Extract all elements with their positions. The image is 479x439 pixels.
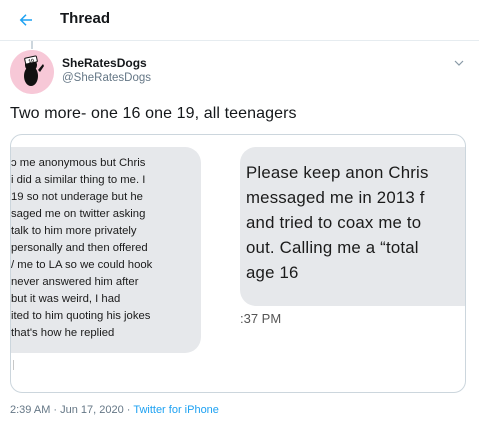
media-divider [13,360,14,370]
right-screenshot-time: :37 PM [240,311,282,326]
back-button[interactable] [14,8,38,32]
tweet-meta: 2:39 AM · Jun 17, 2020 · Twitter for iPh… [10,404,219,416]
left-text-line: personally and then offered [11,242,148,254]
left-text-line: 19 so not underage but he [11,191,143,203]
author-handle[interactable]: @SheRatesDogs [62,72,151,84]
avatar-dog-icon: 10 [10,50,54,94]
tweet-source-link[interactable]: Twitter for iPhone [133,404,219,416]
tweet-text: Two more- one 16 one 19, all teenagers [10,105,297,122]
more-options-button[interactable] [452,56,466,70]
thread-header: Thread [0,0,479,41]
chevron-down-icon [454,60,464,66]
left-text-line: that's how he replied [11,327,115,339]
tweet-media-card[interactable]: ɔ me anonymous but Chris i did a similar… [10,134,466,393]
author-name[interactable]: SheRatesDogs [62,56,147,70]
header-title: Thread [60,10,111,27]
left-text-line: ited to him quoting his jokes [11,310,151,322]
media-screenshot-right[interactable]: Please keep anon Chris messaged me in 20… [240,147,465,306]
back-arrow-icon [19,14,32,26]
right-text-line: messaged me in 2013 f [246,188,425,207]
left-text-line: never answered him after [11,276,139,288]
left-text-line: but it was weird, I had [11,293,121,305]
media-screenshot-left[interactable]: ɔ me anonymous but Chris i did a similar… [11,147,201,353]
right-text-line: out. Calling me a “total [246,238,419,257]
right-text-line: age 16 [246,263,299,282]
left-text-line: i did a similar thing to me. I [11,174,146,186]
left-text-line: / me to LA so we could hook [11,259,153,271]
avatar[interactable]: 10 [10,50,54,94]
right-text-line: and tried to coax me to [246,213,422,232]
tweet-timestamp[interactable]: 2:39 AM · Jun 17, 2020 · [10,404,133,416]
left-text-line: saged me on twitter asking [11,208,146,220]
right-text-line: Please keep anon Chris [246,163,429,182]
thread-connector-line [31,41,33,49]
left-text-line: ɔ me anonymous but Chris [11,157,146,169]
left-text-line: talk to him more privately [11,225,137,237]
